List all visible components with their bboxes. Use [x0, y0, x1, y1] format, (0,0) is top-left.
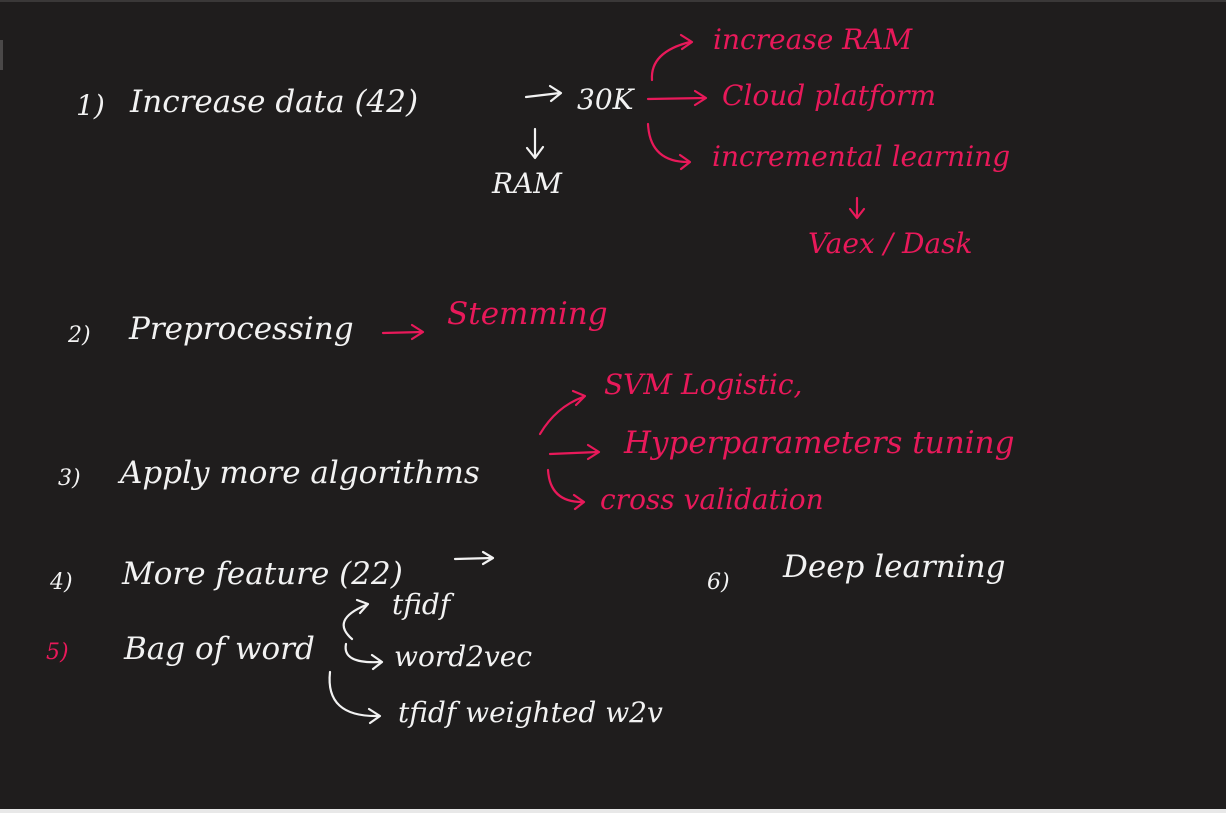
arrow-branch-30k — [646, 33, 708, 171]
arrow-data-to-30k — [524, 84, 563, 103]
item3-text: Apply more algorithms — [120, 455, 480, 491]
item5-option-1: tfidf — [392, 588, 451, 621]
connector-arrows — [328, 33, 866, 725]
item3-option-3: cross validation — [600, 483, 824, 516]
item2-text: Preprocessing — [129, 311, 354, 347]
arrow-preprocessing-to-stemming — [381, 323, 425, 341]
arrow-branch-algorithms — [538, 389, 601, 511]
arrow-branch-bag-of-word — [328, 598, 384, 725]
item1-tool: Vaex / Dask — [808, 227, 973, 260]
item4-number: 4) — [50, 570, 73, 595]
item6-number: 6) — [707, 570, 730, 595]
item5-option-2: word2vec — [394, 640, 533, 673]
item5-option-3: tfidf weighted w2v — [398, 696, 663, 729]
item1-option-2: Cloud platform — [722, 79, 937, 112]
arrow-down-to-vaex — [848, 196, 866, 220]
item3-option-1: SVM Logistic, — [604, 368, 803, 401]
item1-target: 30K — [577, 83, 634, 116]
arrow-more-feature — [453, 550, 495, 566]
item3-number: 3) — [58, 466, 81, 491]
item6-text: Deep learning — [783, 549, 1006, 585]
item5-number: 5) — [46, 640, 69, 665]
whiteboard-canvas: 1) Increase data (42) 30K RAM increase R… — [0, 0, 1226, 813]
item2-target: Stemming — [447, 296, 608, 332]
item1-number: 1) — [76, 89, 105, 122]
item1-option-3: incremental learning — [712, 140, 1011, 173]
item2-number: 2) — [68, 323, 91, 348]
item1-sub: RAM — [492, 167, 562, 200]
bottom-border — [0, 809, 1226, 813]
item4-text: More feature (22) — [122, 556, 403, 592]
arrow-down-to-ram — [525, 127, 545, 160]
item3-option-2: Hyperparameters tuning — [624, 425, 1015, 461]
item5-text: Bag of word — [124, 631, 315, 667]
item1-text: Increase data (42) — [130, 84, 419, 120]
item1-option-1: increase RAM — [713, 23, 913, 56]
